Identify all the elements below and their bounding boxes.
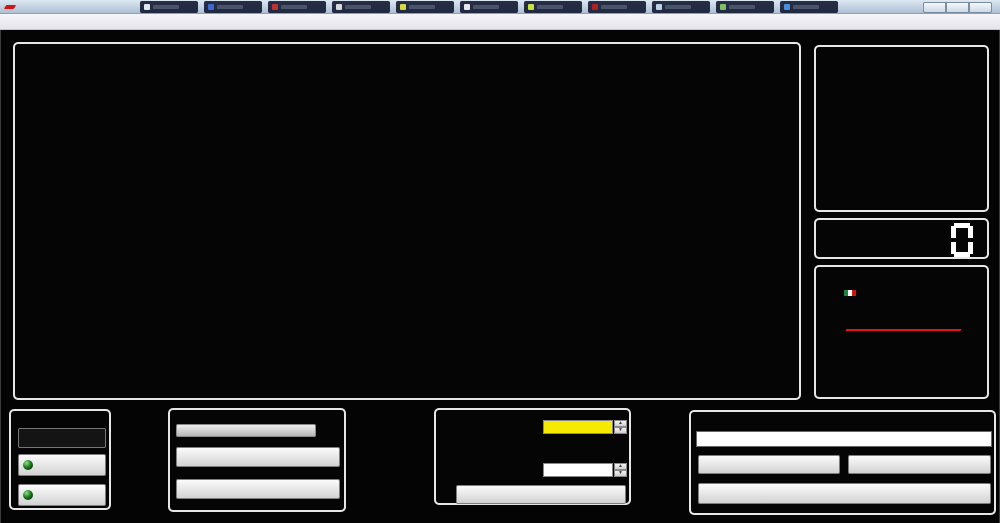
taskbar-ghost	[140, 1, 198, 13]
taskbar-ghost	[396, 1, 454, 13]
rpm-divider-stepper[interactable]: ▲ ▼	[614, 420, 627, 434]
generator-panel: ▲ ▼ ▲ ▼	[434, 408, 631, 505]
status-led-icon	[23, 460, 33, 470]
tachometer-panel	[814, 45, 989, 212]
send-profile-button[interactable]	[176, 447, 340, 467]
app-icon	[5, 3, 15, 11]
generate-flat-profile-button[interactable]	[456, 485, 626, 504]
taskbar-ghost	[588, 1, 646, 13]
comm-port-value[interactable]	[18, 428, 106, 448]
stepper-up-icon[interactable]: ▲	[614, 463, 627, 470]
tachometer-gauge	[816, 47, 987, 210]
client-area: ▲ ▼ ▲ ▼	[0, 30, 1000, 523]
logo-swoosh	[845, 329, 961, 331]
progress-bar	[176, 424, 316, 437]
taskbar-ghost	[460, 1, 518, 13]
taskbar-ghost	[652, 1, 710, 13]
rpm-divider-input[interactable]	[543, 420, 613, 434]
virtual-comm-panel	[9, 409, 111, 510]
taskbar-ghost	[332, 1, 390, 13]
taskbar-ghosts	[140, 1, 838, 13]
jetprime-logo	[816, 295, 987, 310]
title-bar	[0, 0, 1000, 14]
taskbar-ghost	[524, 1, 582, 13]
taskbar-ghost	[716, 1, 774, 13]
logo-panel	[814, 265, 989, 399]
status-led-icon	[23, 490, 33, 500]
flat-profile-input[interactable]	[543, 463, 613, 477]
italian-flag-icon	[844, 290, 856, 296]
flat-profile-stepper[interactable]: ▲ ▼	[614, 463, 627, 477]
load-profile-button[interactable]	[698, 455, 840, 474]
close-window-button[interactable]	[969, 2, 992, 13]
taskbar-ghost	[780, 1, 838, 13]
minimize-button[interactable]	[923, 2, 946, 13]
transfer-panel	[168, 408, 346, 512]
close-button[interactable]	[698, 483, 991, 504]
menu-bar	[0, 14, 1000, 30]
stepper-down-icon[interactable]: ▼	[614, 470, 627, 477]
receive-profile-button[interactable]	[176, 479, 340, 499]
injection-plot-panel	[13, 42, 801, 400]
stepper-down-icon[interactable]: ▼	[614, 427, 627, 434]
maximize-button[interactable]	[946, 2, 969, 13]
taskbar-ghost	[204, 1, 262, 13]
stepper-up-icon[interactable]: ▲	[614, 420, 627, 427]
save-profile-button[interactable]	[848, 455, 991, 474]
app-window: ▲ ▼ ▲ ▼	[0, 0, 1000, 523]
rpm-monitor-button[interactable]	[18, 484, 106, 506]
search-for-jetprime-button[interactable]	[18, 454, 106, 476]
rpm-readout-panel	[814, 218, 989, 259]
profile-panel	[689, 410, 996, 515]
injection-plot[interactable]	[15, 44, 799, 398]
profile-path-field[interactable]	[696, 431, 992, 447]
taskbar-ghost	[268, 1, 326, 13]
rpm-digital-value	[951, 223, 973, 257]
